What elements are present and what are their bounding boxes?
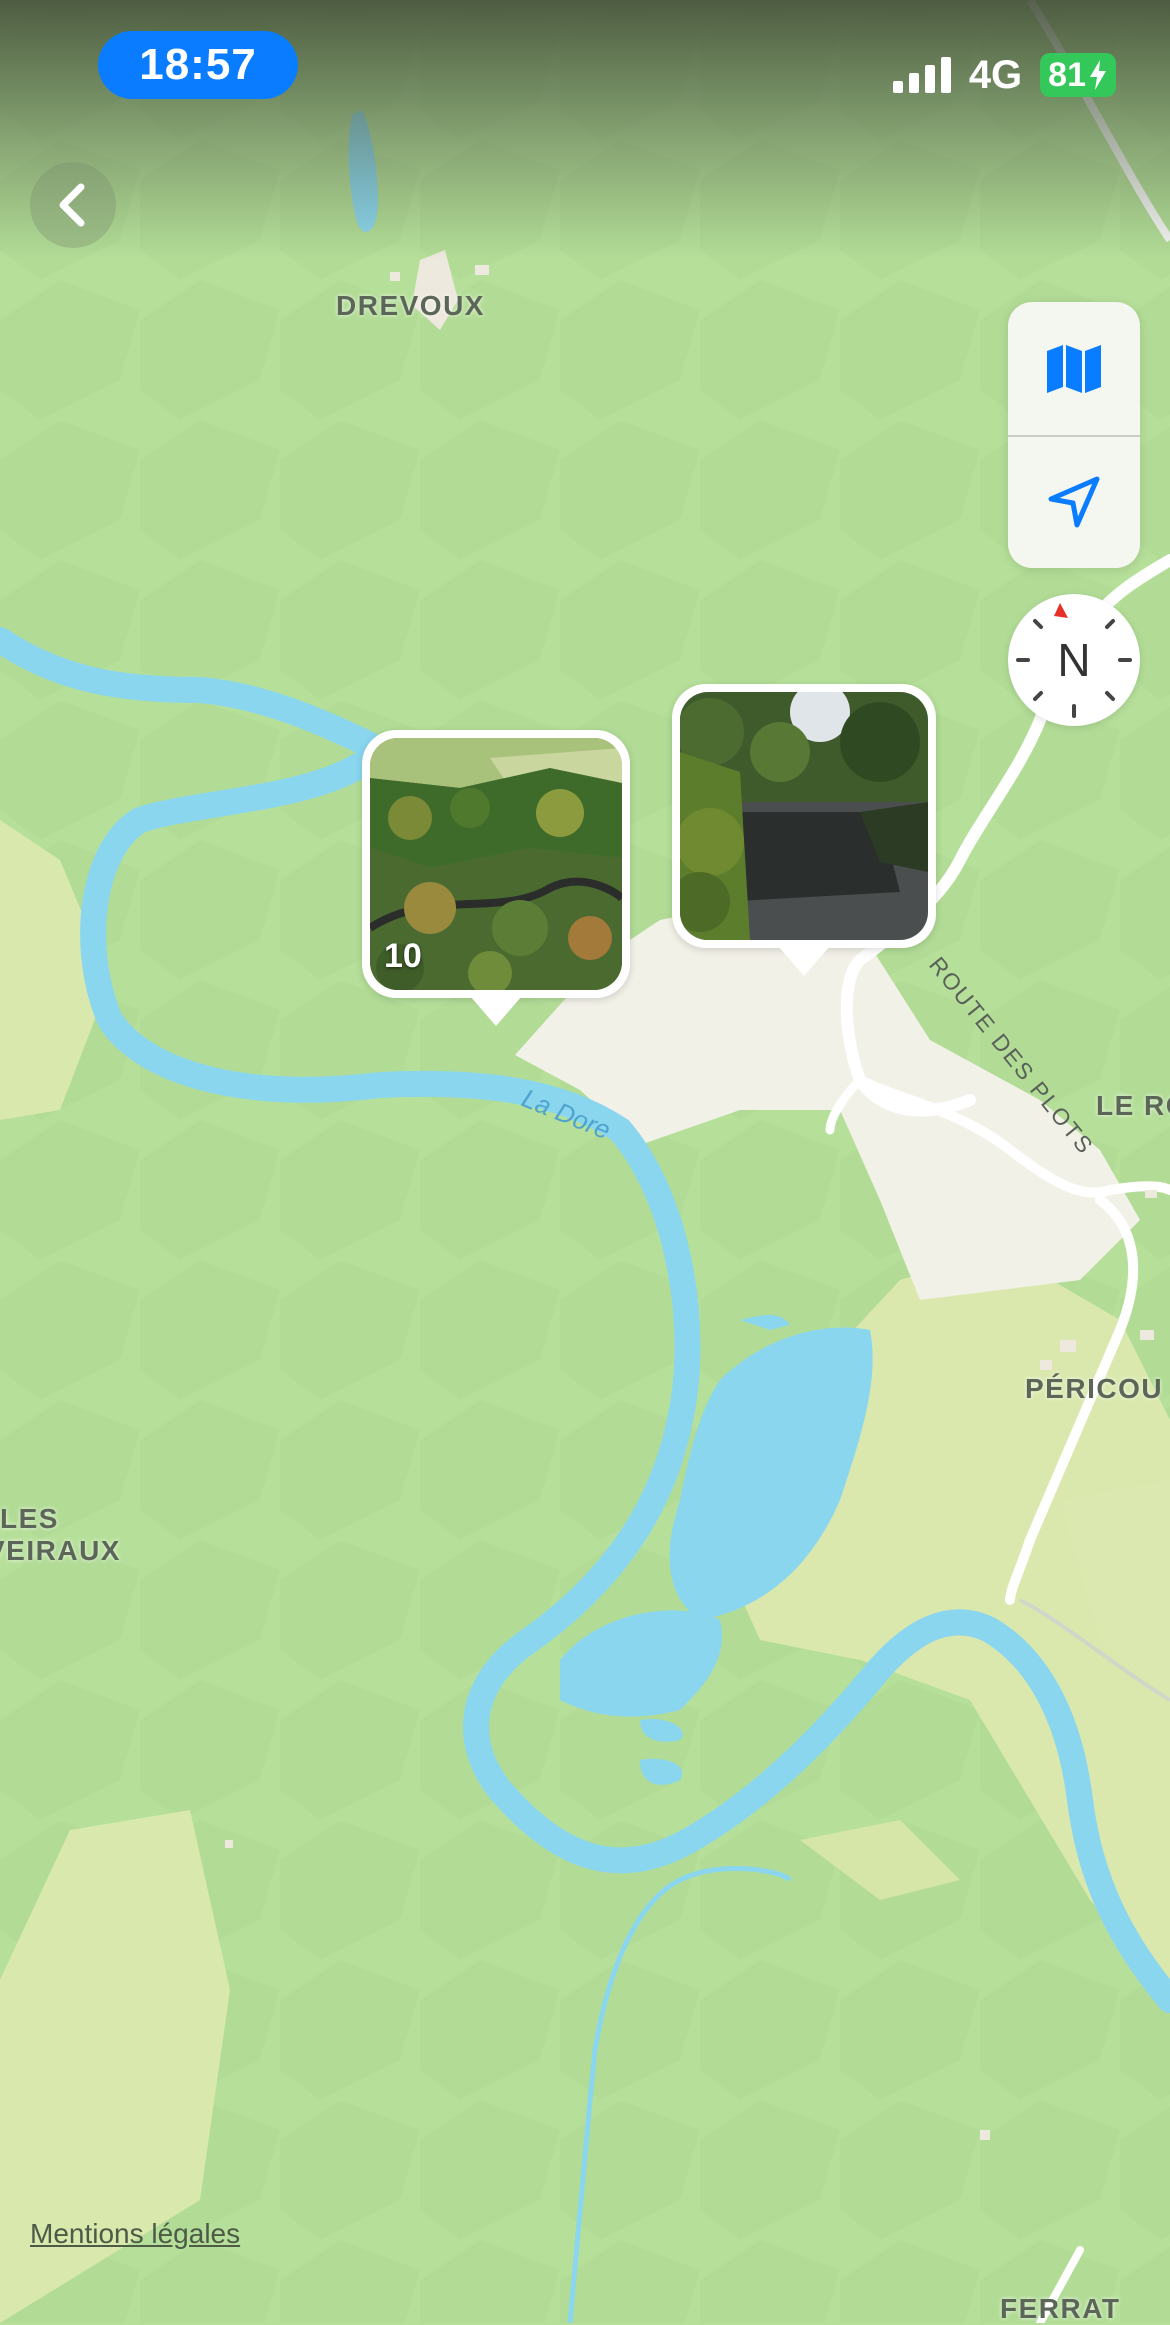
place-label-veiraux: VEIRAUX	[0, 1535, 121, 1566]
current-location-button[interactable]	[1008, 435, 1140, 568]
signal-bars-icon	[892, 57, 951, 93]
map-mode-button[interactable]	[1008, 302, 1140, 435]
place-label-drevoux: DREVOUX	[336, 290, 485, 321]
battery-level: 81	[1048, 55, 1086, 94]
photo-cluster-marker[interactable]: 10	[362, 730, 630, 1026]
location-arrow-icon	[1048, 476, 1100, 527]
place-label-pericou: PÉRICOU	[1025, 1373, 1164, 1404]
photo-count: 10	[384, 937, 422, 975]
compass-north-label: N	[1057, 634, 1091, 686]
charging-bolt-icon	[1090, 60, 1106, 90]
place-label-le-ro: LE RO	[1096, 1090, 1170, 1121]
back-button[interactable]	[30, 162, 116, 248]
place-label-les: LES	[0, 1503, 59, 1534]
map-controls	[1008, 302, 1140, 568]
compass-button[interactable]: N	[1008, 594, 1140, 726]
status-indicators: 4G 81	[892, 48, 1116, 102]
battery-indicator: 81	[1040, 53, 1116, 97]
map-canvas[interactable]: La Dore ROUTE DES PLOTS	[0, 0, 1170, 2323]
photo-marker[interactable]	[672, 684, 936, 976]
marker-pointer	[470, 996, 522, 1026]
river-reflection-photo	[680, 692, 928, 940]
controls-divider	[1008, 435, 1140, 437]
chevron-left-icon	[59, 183, 85, 227]
marker-pointer	[778, 946, 830, 976]
status-time[interactable]: 18:57	[98, 31, 298, 99]
legal-notice-link[interactable]: Mentions légales	[30, 2218, 240, 2250]
network-type: 4G	[968, 52, 1023, 97]
place-label-ferrat: FERRAT	[1000, 2293, 1121, 2324]
map-icon	[1047, 344, 1101, 393]
